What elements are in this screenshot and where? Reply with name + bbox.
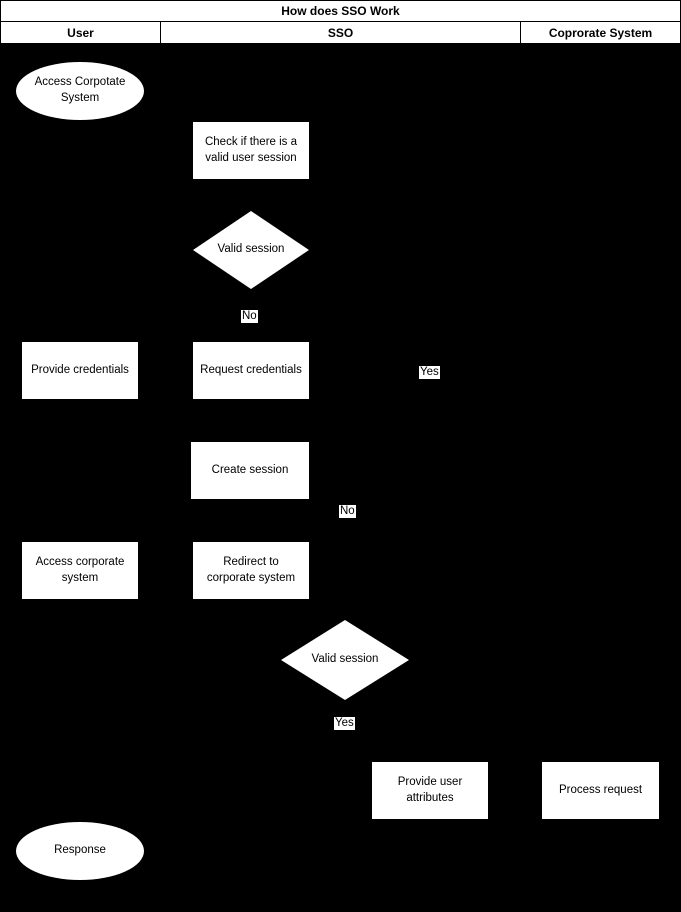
diagram-title: How does SSO Work bbox=[0, 0, 681, 22]
node-valid-session-decision-1[interactable]: Valid session bbox=[193, 211, 309, 289]
node-provide-user-attributes[interactable]: Provide user attributes bbox=[371, 761, 489, 820]
node-valid-session-decision-2-label: Valid session bbox=[311, 653, 379, 666]
node-valid-session-decision-2[interactable]: Valid session bbox=[281, 620, 409, 700]
swimlane-header-corporate-system: Coprorate System bbox=[521, 22, 681, 44]
node-valid-session-decision-1-label: Valid session bbox=[217, 243, 285, 256]
node-check-valid-user-session[interactable]: Check if there is a valid user session bbox=[192, 121, 310, 180]
node-response-end[interactable]: Response bbox=[16, 822, 144, 880]
swimlane-header-user: User bbox=[0, 22, 161, 44]
node-provide-credentials[interactable]: Provide credentials bbox=[21, 341, 139, 400]
node-request-credentials[interactable]: Request credentials bbox=[192, 341, 310, 400]
swimlane-header-sso: SSO bbox=[161, 22, 521, 44]
node-process-request[interactable]: Process request bbox=[541, 761, 660, 820]
edge-label-decision-1-yes: Yes bbox=[419, 366, 440, 379]
edge-label-decision-1-no: No bbox=[241, 310, 258, 323]
node-access-corporate-system-start[interactable]: Access Corpotate System bbox=[16, 62, 144, 120]
node-create-session[interactable]: Create session bbox=[190, 441, 310, 500]
node-redirect-to-corporate-system[interactable]: Redirect to corporate system bbox=[192, 541, 310, 600]
swimlane-header-row: User SSO Coprorate System bbox=[0, 22, 681, 44]
node-access-corporate-system[interactable]: Access corporate system bbox=[21, 541, 139, 600]
edge-label-decision-2-yes: Yes bbox=[334, 717, 355, 730]
edge-label-create-session-no: No bbox=[339, 505, 356, 518]
flowchart-canvas: How does SSO Work User SSO Coprorate Sys… bbox=[0, 0, 681, 912]
